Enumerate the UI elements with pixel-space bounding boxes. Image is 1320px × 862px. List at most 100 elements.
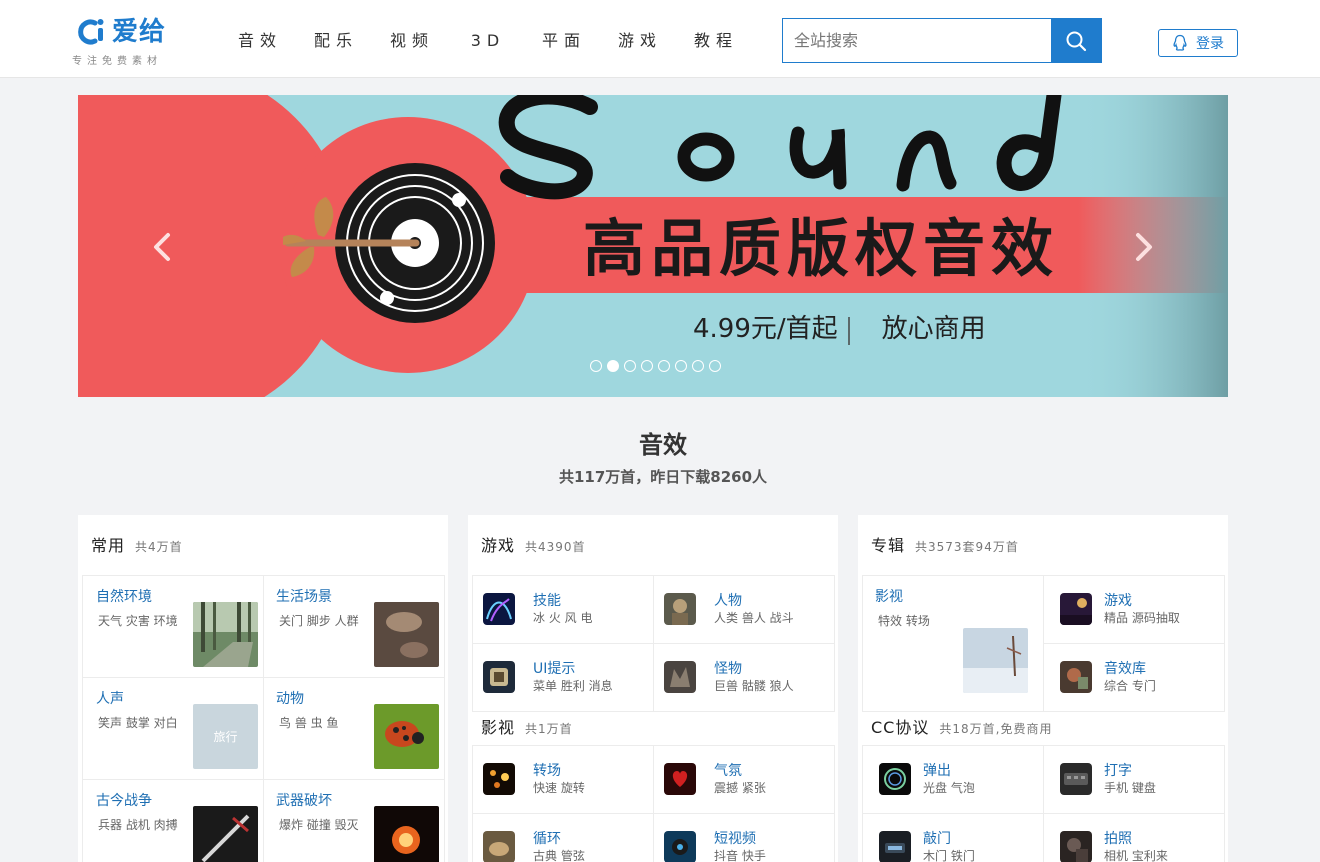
tile-title: 打字: [1104, 763, 1132, 779]
banner-slogan: 放心商用: [881, 314, 986, 344]
nav-item-3d[interactable]: 3D: [450, 26, 526, 56]
tile-tags: 天气 灾害 环境: [98, 614, 178, 628]
tile-title: 影视: [875, 589, 903, 605]
card-cc-header: CC协议 共18万首,免费商用: [871, 713, 1052, 743]
category-tile-ui[interactable]: UI提示 菜单 胜利 消息: [472, 643, 654, 712]
nav-item-graphic[interactable]: 平面: [526, 26, 602, 56]
category-tile-short-video[interactable]: 短视频 抖音 快手: [653, 813, 835, 862]
search-icon: [1066, 31, 1087, 51]
category-tile-monster[interactable]: 怪物 巨兽 骷髅 狼人: [653, 643, 835, 712]
nav-item-video[interactable]: 视频: [374, 26, 450, 56]
card-cc-title: CC协议: [871, 718, 930, 737]
nav-item-music[interactable]: 配乐: [298, 26, 374, 56]
card-common: 常用 共4万首 自然环境 天气 灾害 环境 生活场景 关门 脚步 人群 人声 笑…: [78, 515, 448, 862]
banner-prev-button[interactable]: [148, 227, 176, 267]
tile-title: 动物: [276, 691, 304, 707]
category-tile-character[interactable]: 人物 人类 兽人 战斗: [653, 575, 835, 644]
banner-dot[interactable]: [624, 360, 636, 372]
card-film-count: 共1万首: [525, 722, 573, 736]
category-tile-life[interactable]: 生活场景 关门 脚步 人群: [263, 575, 445, 678]
character-icon: [664, 593, 696, 625]
door-icon: [879, 831, 911, 862]
ui-icon: [483, 661, 515, 693]
category-tile-transition[interactable]: 转场 快速 旋转: [472, 745, 654, 814]
keyboard-icon: [1060, 763, 1092, 795]
banner-dot[interactable]: [658, 360, 670, 372]
tile-title: 拍照: [1104, 831, 1132, 847]
section-subtitle: 共117万首，昨日下载8260人: [558, 468, 768, 486]
nav-item-sound[interactable]: 音效: [222, 26, 298, 56]
tile-tags: 人类 兽人 战斗: [714, 611, 794, 625]
category-tile-weapon[interactable]: 武器破坏 爆炸 碰撞 毁灭: [263, 779, 445, 862]
banner-dot[interactable]: [590, 360, 602, 372]
banner-dot[interactable]: [641, 360, 653, 372]
search-button[interactable]: [1051, 19, 1101, 62]
bubble-icon: [879, 763, 911, 795]
cc-tile-pop[interactable]: 弹出 光盘 气泡: [862, 745, 1044, 814]
heart-icon: [664, 763, 696, 795]
explosion-thumbnail: [374, 806, 439, 862]
banner-dot[interactable]: [607, 360, 619, 372]
category-tile-animal[interactable]: 动物 鸟 兽 虫 鱼: [263, 677, 445, 780]
category-tile-war[interactable]: 古今战争 兵器 战机 肉搏: [82, 779, 264, 862]
site-logo[interactable]: 爱给 专注免费素材: [72, 12, 192, 70]
card-film-title: 影视: [481, 718, 516, 737]
tile-title: 弹出: [923, 763, 951, 779]
category-tile-skill[interactable]: 技能 冰 火 风 电: [472, 575, 654, 644]
album-tile-library[interactable]: 音效库 综合 专门: [1043, 643, 1225, 712]
category-tile-atmosphere[interactable]: 气氛 震撼 紧张: [653, 745, 835, 814]
card-game-title: 游戏: [481, 536, 516, 555]
cc-tile-typing[interactable]: 打字 手机 键盘: [1043, 745, 1225, 814]
nav-item-game[interactable]: 游戏: [602, 26, 678, 56]
tile-title: 游戏: [1104, 593, 1132, 609]
login-button[interactable]: 登录: [1158, 29, 1238, 57]
banner-headline: 高品质版权音效: [583, 212, 1060, 285]
tile-tags: 冰 火 风 电: [533, 611, 593, 625]
tile-tags: 菜单 胜利 消息: [533, 679, 613, 693]
banner-dot[interactable]: [675, 360, 687, 372]
tile-title: 敲门: [923, 831, 951, 847]
nav-item-tutorial[interactable]: 教程: [678, 26, 754, 56]
card-common-count: 共4万首: [135, 540, 183, 554]
album-tile-film[interactable]: 影视 特效 转场: [862, 575, 1044, 712]
tile-title: 气氛: [714, 763, 742, 779]
banner-dot[interactable]: [709, 360, 721, 372]
category-tile-nature[interactable]: 自然环境 天气 灾害 环境: [82, 575, 264, 678]
search-input[interactable]: [783, 19, 1051, 62]
monster-icon: [664, 661, 696, 693]
qq-icon: [1173, 34, 1187, 51]
tile-tags: 笑声 鼓掌 对白: [98, 716, 178, 730]
game-album-icon: [1060, 593, 1092, 625]
banner-next-button[interactable]: [1130, 227, 1158, 267]
card-game-header: 游戏 共4390首: [481, 531, 586, 561]
tile-tags: 木门 铁门: [923, 849, 975, 862]
tile-tags: 综合 专门: [1104, 679, 1156, 693]
tile-tags: 快速 旋转: [533, 781, 585, 795]
banner-dot[interactable]: [692, 360, 704, 372]
tile-tags: 震撼 紧张: [714, 781, 766, 795]
album-tile-game[interactable]: 游戏 精品 源码抽取: [1043, 575, 1225, 644]
category-tile-loop[interactable]: 循环 古典 管弦: [472, 813, 654, 862]
banner-price-line: 4.99元/首起 放心商用: [693, 309, 986, 349]
ladybug-thumbnail: [374, 704, 439, 769]
logo-slogan: 专注免费素材: [72, 56, 162, 67]
card-album-header: 专辑 共3573套94万首: [871, 531, 1019, 561]
short-video-icon: [664, 831, 696, 862]
cc-tile-knock[interactable]: 敲门 木门 铁门: [862, 813, 1044, 862]
category-tile-voice[interactable]: 人声 笑声 鼓掌 对白 旅行: [82, 677, 264, 780]
cc-tile-photo[interactable]: 拍照 相机 宝利来: [1043, 813, 1225, 862]
transition-icon: [483, 763, 515, 795]
skill-icon: [483, 593, 515, 625]
tile-title: 循环: [533, 831, 561, 847]
tile-title: 转场: [533, 763, 561, 779]
tile-title: UI提示: [533, 661, 576, 677]
card-album-title: 专辑: [871, 536, 906, 555]
hero-banner[interactable]: 高品质版权音效 4.99元/首起 放心商用: [78, 95, 1228, 397]
tile-tags: 精品 源码抽取: [1104, 611, 1180, 625]
tile-tags: 手机 键盘: [1104, 781, 1156, 795]
tile-tags: 相机 宝利来: [1104, 849, 1168, 862]
tile-tags: 爆炸 碰撞 毁灭: [279, 818, 359, 832]
search-box: [782, 18, 1102, 63]
tile-tags: 光盘 气泡: [923, 781, 975, 795]
login-label: 登录: [1196, 36, 1224, 52]
